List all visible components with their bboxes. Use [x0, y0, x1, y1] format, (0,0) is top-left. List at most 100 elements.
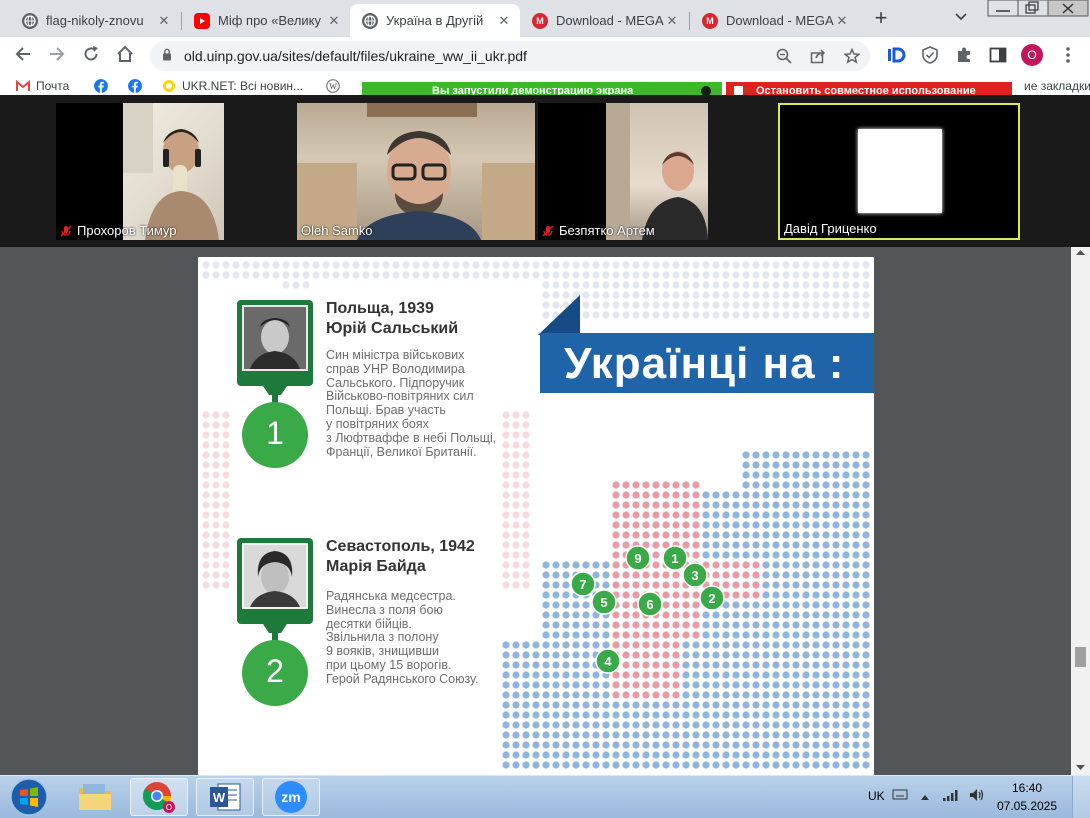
close-tab-icon[interactable]: ✕	[834, 13, 850, 29]
file-explorer-icon[interactable]	[66, 778, 124, 816]
tab-5[interactable]: M Download - MEGA ✕	[690, 4, 858, 37]
map-marker-label: 7	[579, 577, 586, 592]
participant-name-tag: Давід Гриценко	[784, 221, 877, 236]
map-marker-label: 9	[634, 551, 641, 566]
lock-icon[interactable]	[162, 48, 172, 61]
globe-icon	[362, 12, 378, 29]
more-menu-icon[interactable]	[1058, 45, 1078, 65]
youtube-icon	[194, 12, 210, 29]
new-tab-button[interactable]: +	[870, 5, 892, 31]
map-marker-label: 5	[600, 595, 607, 610]
tab-3-active[interactable]: Україна в Другій ✕	[350, 4, 520, 37]
volume-icon[interactable]	[968, 787, 986, 806]
close-tab-icon[interactable]: ✕	[496, 13, 512, 29]
participant-name: Безпятко Артем	[559, 223, 655, 238]
chrome-icon[interactable]: O	[130, 778, 188, 816]
map-marker: 6	[637, 591, 663, 617]
map-marker: 9	[625, 545, 651, 571]
keyboard-icon[interactable]	[892, 788, 908, 803]
muted-mic-icon	[542, 224, 554, 237]
tab-title: Україна в Другій	[386, 13, 484, 28]
other-bookmarks[interactable]: ие закладки	[1024, 79, 1090, 93]
shield-check-icon[interactable]	[920, 45, 940, 65]
share-icon[interactable]	[810, 48, 826, 68]
side-panel-icon[interactable]	[988, 45, 1008, 65]
participant-name-tag: Безпятко Артем	[542, 223, 655, 238]
gmail-icon	[16, 79, 30, 91]
zoom-icon[interactable]: zm	[262, 778, 320, 816]
svg-text:zm: zm	[281, 789, 300, 805]
mega-icon: M	[702, 12, 718, 29]
tab-title: Download - MEGA	[556, 13, 664, 28]
ukrnet-icon	[163, 80, 175, 92]
show-hidden-icons-chevron-icon[interactable]	[920, 790, 930, 804]
window-controls	[986, 0, 1090, 18]
video-tile-bezpiatko[interactable]: Безпятко Артем	[538, 103, 708, 240]
clock-date[interactable]: 07.05.2025	[995, 799, 1059, 813]
tab-strip: flag-nikoly-znovu ✕ Міф про «Велику ✕ Ук…	[0, 0, 1090, 37]
video-tile-grytsenko[interactable]: Давід Гриценко	[778, 103, 1020, 240]
tab-title: Download - MEGA	[726, 13, 834, 28]
participant-name-tag: Oleh Samko	[301, 223, 373, 238]
map-marker-label: 1	[671, 551, 678, 566]
tab-title: flag-nikoly-znovu	[46, 13, 144, 28]
vertical-scrollbar[interactable]	[1071, 247, 1090, 775]
url-text[interactable]: old.uinp.gov.ua/sites/default/files/ukra…	[184, 48, 527, 64]
participant-name: Прохоров Тимур	[77, 223, 177, 238]
windows-start-icon[interactable]	[2, 778, 56, 816]
tab-2[interactable]: Міф про «Велику ✕	[182, 4, 350, 37]
bookmark-ukrnet[interactable]: UKR.NET: Всі новин...	[162, 79, 303, 93]
pdf-page[interactable]: Українці на : 1 Польща, 1939 Юрій Сальсь…	[198, 257, 874, 775]
close-tab-icon[interactable]: ✕	[664, 13, 680, 29]
reload-icon[interactable]	[80, 45, 102, 68]
video-tile-samko[interactable]: Oleh Samko	[297, 103, 535, 240]
scrollbar-track	[1075, 250, 1086, 770]
windows-taskbar: O W zm UK 16:40 07.05.2025	[0, 775, 1090, 818]
wikipedia-icon: W	[326, 79, 340, 93]
map-marker-label: 6	[646, 597, 653, 612]
map-marker: 4	[595, 648, 621, 674]
globe-icon	[22, 12, 38, 29]
profile-avatar[interactable]: O	[1021, 44, 1043, 66]
map-marker: 5	[591, 589, 617, 615]
extension-id-icon[interactable]	[886, 45, 906, 65]
show-desktop-button[interactable]	[1072, 776, 1090, 818]
pdf-viewer[interactable]: Українці на : 1 Польща, 1939 Юрій Сальсь…	[0, 247, 1090, 775]
participant-name: Oleh Samko	[301, 223, 373, 238]
person-silhouette-icon	[123, 103, 219, 240]
bookmark-label: UKR.NET: Всі новин...	[182, 79, 304, 93]
address-bar[interactable]: old.uinp.gov.ua/sites/default/files/ukra…	[150, 41, 870, 71]
map-marker-label: 2	[708, 591, 715, 606]
forward-arrow-icon[interactable]	[46, 45, 68, 68]
person-silhouette-icon	[606, 103, 708, 240]
map-marker: 2	[699, 585, 725, 611]
tab-search-chevron-icon[interactable]	[955, 9, 967, 24]
participant-video	[297, 103, 535, 240]
close-tab-icon[interactable]: ✕	[156, 13, 172, 29]
bookmark-mail[interactable]: Почта	[16, 79, 69, 93]
clock-time[interactable]: 16:40	[1005, 781, 1049, 795]
map-markers: 9 13 7 2 5 6 4	[570, 545, 725, 674]
bookmark-facebook-1[interactable]	[94, 79, 114, 93]
tab-4[interactable]: M Download - MEGA ✕	[520, 4, 688, 37]
participant-video	[123, 103, 224, 240]
facebook-icon	[128, 79, 142, 93]
map-marker-label: 4	[604, 654, 612, 669]
word-icon[interactable]: W	[196, 778, 254, 816]
map-marker: 3	[682, 562, 708, 588]
bookmark-wikipedia[interactable]: W	[326, 79, 346, 93]
language-indicator[interactable]: UK	[868, 789, 885, 803]
video-tile-prokhorov[interactable]: Прохоров Тимур	[56, 103, 224, 240]
extensions-puzzle-icon[interactable]	[954, 45, 974, 65]
bookmark-star-icon[interactable]	[843, 47, 861, 68]
map-marker-label: 3	[691, 568, 698, 583]
network-icon[interactable]	[942, 788, 960, 805]
close-tab-icon[interactable]: ✕	[326, 13, 342, 29]
bookmark-facebook-2[interactable]	[128, 79, 148, 93]
back-arrow-icon[interactable]	[12, 45, 34, 68]
zoom-magnifier-icon[interactable]	[776, 48, 792, 68]
tab-1[interactable]: flag-nikoly-znovu ✕	[10, 4, 180, 37]
home-icon[interactable]	[114, 45, 136, 68]
bookmark-label: Почта	[36, 79, 70, 93]
svg-text:W: W	[329, 82, 337, 91]
